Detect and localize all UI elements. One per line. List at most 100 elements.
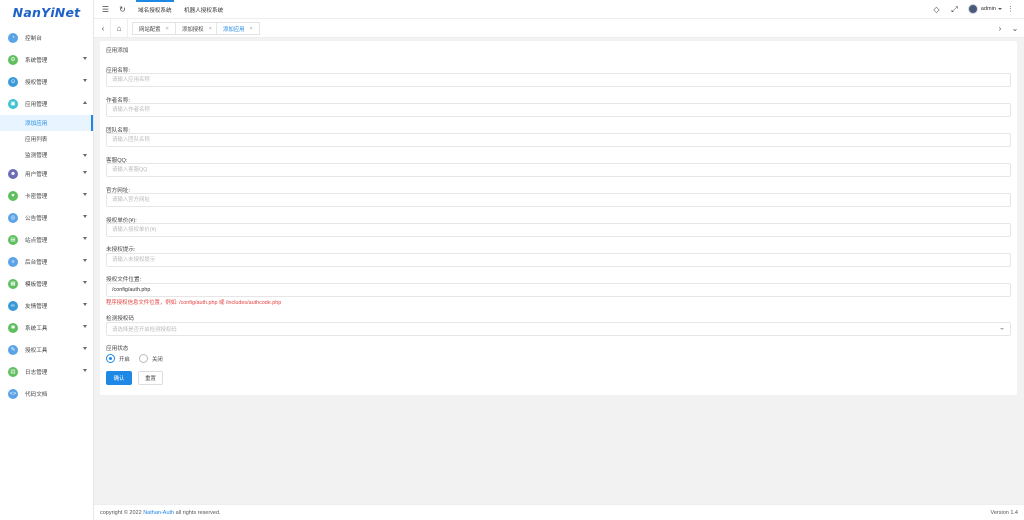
sidebar-item-templates[interactable]: ▦ 模板管理: [0, 273, 93, 295]
chevron-down-icon: [83, 215, 87, 218]
site-icon: ▤: [8, 235, 18, 245]
key-icon: ⊙: [8, 77, 18, 87]
reset-button[interactable]: 重置: [138, 371, 163, 385]
server-icon: ≡: [8, 257, 18, 267]
chevron-down-icon: [83, 237, 87, 240]
card-icon: ♥: [8, 191, 18, 201]
sidebar-item-sites[interactable]: ▤ 站点管理: [0, 229, 93, 251]
template-icon: ▦: [8, 279, 18, 289]
footer: copyright © 2022 Nathan-Auth all rights …: [94, 504, 1024, 520]
form-title: 应用添加: [106, 48, 129, 54]
chevron-up-icon: [83, 101, 87, 104]
page-tab-add-license[interactable]: 添加授权 ×: [175, 22, 219, 35]
chevron-down-icon: [83, 193, 87, 196]
sidebar-item-users[interactable]: ☻ 用户管理: [0, 163, 93, 185]
page-tabs-bar: ‹ ⌂ 网站配置 × 添加授权 × 添加应用 × › ⌄: [94, 19, 1024, 38]
brand-link[interactable]: Nathan-Auth: [143, 510, 174, 516]
chevron-down-icon: [83, 281, 87, 284]
page-tab-label: 添加授权: [182, 26, 204, 33]
page-tab-label: 添加应用: [223, 26, 245, 33]
check-code-placeholder: 请选择是否开启检测授权码: [112, 327, 177, 333]
chevron-down-icon: [83, 154, 87, 157]
chevron-down-icon: [83, 347, 87, 350]
username: admin: [980, 6, 996, 12]
menu-icon[interactable]: ☰: [101, 5, 110, 14]
sidebar-item-label: 模板管理: [25, 282, 48, 288]
unauth-tip-input[interactable]: [106, 253, 1011, 267]
sidebar-item-notices[interactable]: ◎ 公告管理: [0, 207, 93, 229]
sidebar-item-label: 应用管理: [25, 102, 48, 108]
price-input[interactable]: [106, 223, 1011, 237]
sidebar-item-label: 卡密管理: [25, 194, 48, 200]
sidebar-subitem-monitor[interactable]: 监测管理: [0, 147, 93, 163]
sidebar-item-label: 系统工具: [25, 326, 48, 332]
code-icon: <>: [8, 389, 18, 399]
close-icon[interactable]: ×: [209, 26, 212, 32]
sidebar-item-label: 授权工具: [25, 348, 48, 354]
sidebar-item-label: 控制台: [25, 36, 42, 42]
copyright: copyright © 2022 Nathan-Auth all rights …: [100, 510, 221, 516]
chevron-down-icon: [83, 259, 87, 262]
version: Version 1.4: [990, 510, 1018, 516]
sidebar-item-apps[interactable]: ▣ 应用管理: [0, 93, 93, 115]
sidebar-subitem-label: 添加应用: [25, 121, 48, 127]
close-icon[interactable]: ×: [250, 26, 253, 32]
sidebar-item-logs[interactable]: ▥ 日志管理: [0, 361, 93, 383]
form-card: 应用添加 应用名称: 作者名称: 团队名称: 客服QQ: 官方网址: 授权单价(…: [100, 41, 1017, 395]
app-name-input[interactable]: [106, 73, 1011, 87]
chevron-down-icon: [1000, 328, 1004, 330]
tool-icon: ✱: [8, 323, 18, 333]
app-icon: ▣: [8, 99, 18, 109]
header-tab-robot[interactable]: 机器人授权系统: [184, 0, 223, 19]
chevron-down-icon: [998, 8, 1002, 10]
chevron-down-icon: [83, 369, 87, 372]
sidebar-subitem-add-app[interactable]: 添加应用: [0, 115, 93, 131]
chevron-down-icon[interactable]: ⌄: [1006, 19, 1024, 38]
sidebar-subitem-label: 监测管理: [25, 153, 48, 159]
sidebar-item-system[interactable]: ⚙ 系统管理: [0, 49, 93, 71]
home-icon[interactable]: ⌂: [110, 19, 128, 38]
chevron-down-icon: [83, 79, 87, 82]
tag-icon[interactable]: ◇: [932, 5, 941, 14]
page-tab-add-app[interactable]: 添加应用 ×: [216, 22, 260, 35]
chevron-down-icon: [83, 303, 87, 306]
website-input[interactable]: [106, 193, 1011, 207]
close-icon[interactable]: ×: [166, 26, 169, 32]
sidebar-item-license[interactable]: ⊙ 授权管理: [0, 71, 93, 93]
status-radio-off[interactable]: 关闭: [139, 354, 163, 363]
sidebar-item-docs[interactable]: <> 代码文档: [0, 383, 93, 405]
sidebar-item-backend[interactable]: ≡ 后台管理: [0, 251, 93, 273]
sidebar: NanYiNet ◔ 控制台 ⚙ 系统管理 ⊙ 授权管理 ▣ 应用管理 添加应用…: [0, 0, 94, 520]
sidebar-item-dashboard[interactable]: ◔ 控制台: [0, 27, 93, 49]
sidebar-item-cards[interactable]: ♥ 卡密管理: [0, 185, 93, 207]
user-menu[interactable]: admin ⋮: [967, 4, 1014, 14]
status-radio-on[interactable]: 开启: [106, 354, 130, 363]
logo[interactable]: NanYiNet: [0, 0, 93, 24]
sidebar-item-sys-tools[interactable]: ✱ 系统工具: [0, 317, 93, 339]
chevron-down-icon: [83, 325, 87, 328]
sidebar-subitem-label: 应用列表: [25, 137, 48, 143]
radio-label: 关闭: [152, 356, 163, 363]
wrench-icon: ✎: [8, 345, 18, 355]
page-tab-site-config[interactable]: 网站配置 ×: [132, 22, 176, 35]
auth-file-input[interactable]: [106, 283, 1011, 297]
radio-checked-icon: [106, 354, 115, 363]
sidebar-item-auth-tools[interactable]: ✎ 授权工具: [0, 339, 93, 361]
sidebar-subitem-app-list[interactable]: 应用列表: [0, 131, 93, 147]
dashboard-icon: ◔: [8, 33, 18, 43]
qq-input[interactable]: [106, 163, 1011, 177]
fullscreen-icon[interactable]: ⤢: [950, 5, 959, 14]
copyright-prefix: copyright © 2022: [100, 510, 144, 516]
sidebar-item-label: 后台管理: [25, 260, 48, 266]
refresh-icon[interactable]: ↻: [118, 5, 127, 14]
sidebar-item-friends[interactable]: ∞ 友情管理: [0, 295, 93, 317]
team-name-input[interactable]: [106, 133, 1011, 147]
more-icon[interactable]: ⋮: [1007, 5, 1014, 13]
header-tab-domain[interactable]: 域名授权系统: [136, 0, 174, 19]
author-name-input[interactable]: [106, 103, 1011, 117]
sidebar-item-label: 用户管理: [25, 172, 48, 178]
submit-button[interactable]: 确认: [106, 371, 132, 385]
field-label-unauth-tip: 未授权提示:: [106, 247, 136, 253]
check-code-select[interactable]: 请选择是否开启检测授权码: [106, 322, 1011, 336]
field-label-status: 应用状态: [106, 346, 129, 352]
